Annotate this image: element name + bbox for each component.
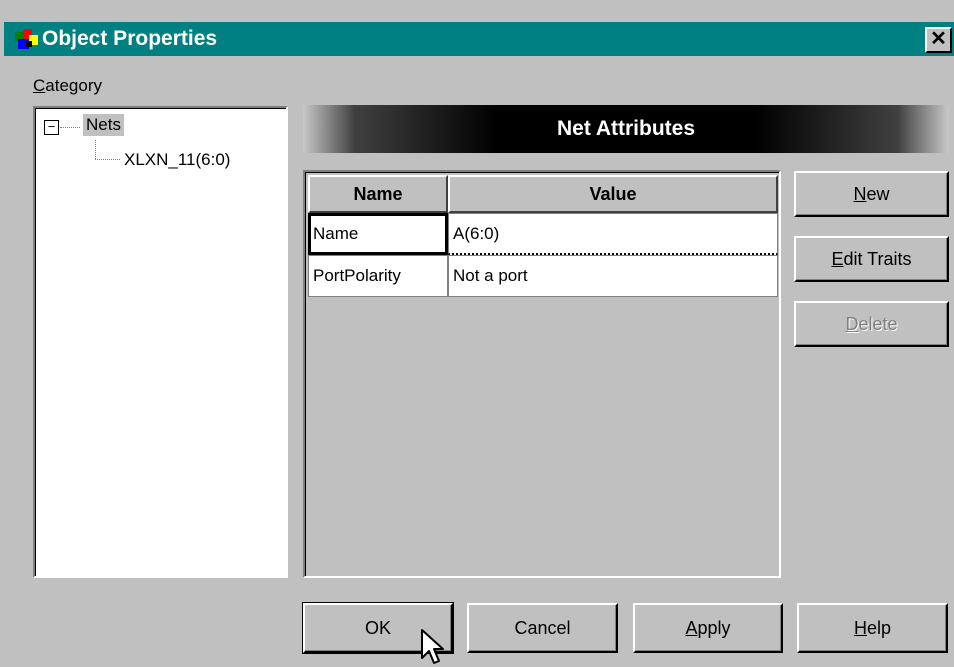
category-tree-frame	[35, 108, 286, 576]
new-button[interactable]: New	[794, 171, 949, 217]
window-title: Object Properties	[42, 27, 218, 50]
help-button[interactable]: Help	[797, 603, 948, 653]
category-label-accel: C	[33, 76, 46, 95]
category-label-rest: ategory	[45, 76, 102, 95]
tree-node-nets[interactable]: Nets	[83, 114, 124, 136]
new-button-accel: N	[853, 184, 867, 204]
delete-button-accel: D	[845, 314, 859, 334]
tree-node-xlxn-11[interactable]: XLXN_11(6:0)	[124, 150, 230, 170]
delete-button[interactable]: Delete	[794, 301, 949, 347]
delete-button-label: elete	[858, 314, 898, 334]
help-button-accel: H	[853, 618, 867, 638]
object-properties-dialog: Object Properties ✕ Category − Nets XLXN…	[0, 0, 954, 667]
edit-traits-button-accel: E	[831, 249, 844, 269]
panel-header-title: Net Attributes	[556, 117, 696, 140]
category-label: Category	[33, 76, 102, 96]
tree-connector	[95, 159, 120, 160]
row-value-cell[interactable]: A(6:0)	[448, 213, 778, 255]
cancel-button[interactable]: Cancel	[467, 603, 618, 653]
edit-traits-button[interactable]: Edit Traits	[794, 236, 949, 282]
row-value-cell[interactable]: Not a port	[448, 255, 778, 297]
panel-header: Net Attributes	[303, 105, 949, 153]
row-name-cell[interactable]: Name	[308, 213, 448, 255]
category-tree[interactable]: − Nets XLXN_11(6:0)	[33, 106, 288, 578]
apply-button[interactable]: Apply	[633, 603, 783, 653]
attributes-grid[interactable]: Name Value Name A(6:0) PortPolarity Not …	[303, 170, 781, 578]
new-button-label: ew	[866, 184, 890, 204]
collapse-icon[interactable]: −	[44, 120, 59, 135]
row-name-cell[interactable]: PortPolarity	[308, 255, 448, 297]
apply-button-accel: A	[685, 618, 698, 638]
tree-connector	[60, 127, 80, 128]
help-button-label: elp	[866, 618, 892, 638]
mouse-pointer-icon	[421, 629, 444, 664]
edit-traits-button-label: dit Traits	[843, 249, 912, 269]
close-icon[interactable]: ✕	[925, 27, 952, 53]
column-header-name[interactable]: Name	[308, 175, 448, 213]
column-header-value[interactable]: Value	[448, 175, 778, 213]
tree-connector	[95, 140, 96, 159]
apply-button-label: pply	[697, 618, 731, 638]
app-properties-icon	[15, 29, 38, 49]
